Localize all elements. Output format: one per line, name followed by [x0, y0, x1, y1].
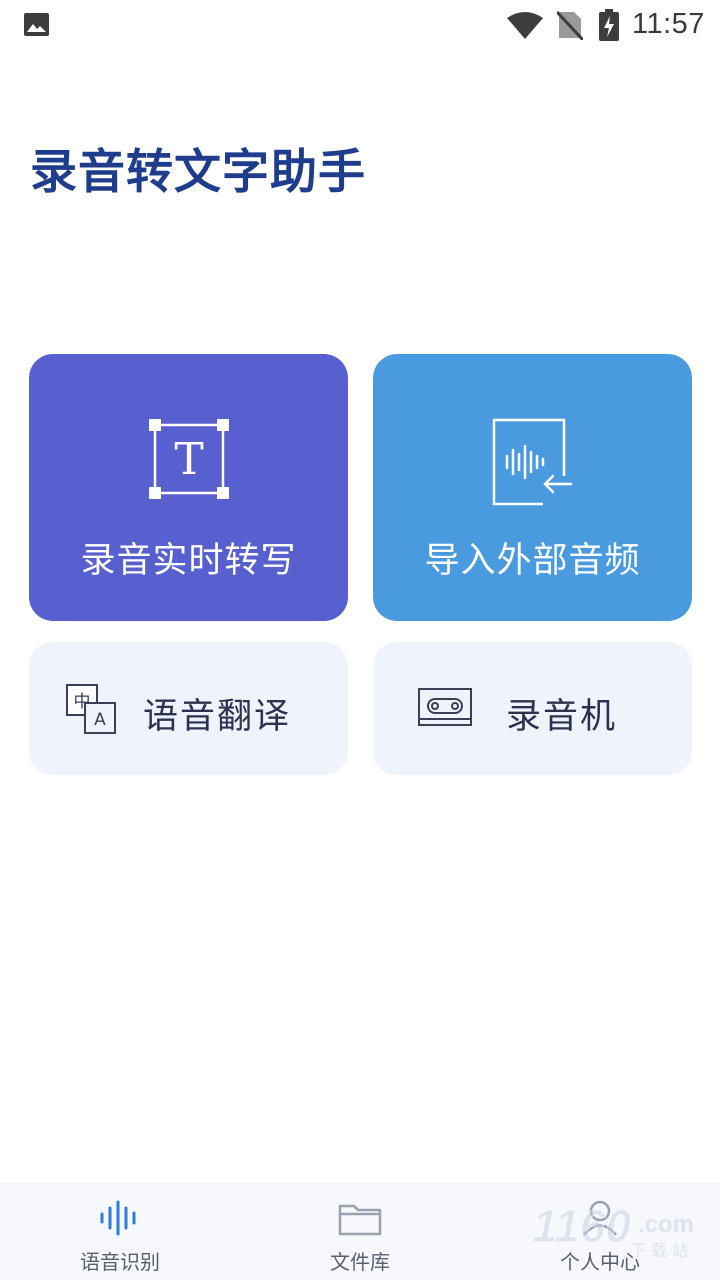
no-sim-icon	[555, 10, 585, 44]
battery-charging-icon	[598, 9, 620, 45]
text-frame-icon: T	[148, 418, 230, 504]
site-watermark: 1160 .com 下 载 站	[530, 1200, 710, 1264]
wifi-icon	[507, 12, 543, 44]
svg-text:下 载 站: 下 载 站	[630, 1241, 688, 1260]
svg-text:A: A	[94, 710, 106, 730]
folder-icon	[338, 1200, 382, 1240]
tab-voice-recognition[interactable]: 语音识别	[0, 1184, 240, 1280]
tab-file-library[interactable]: 文件库	[240, 1184, 480, 1280]
tab-voice-recognition-label: 语音识别	[80, 1250, 160, 1274]
audio-import-icon	[491, 418, 575, 512]
svg-text:1160: 1160	[532, 1200, 631, 1252]
status-bar: 11:57	[0, 0, 720, 50]
svg-text:T: T	[174, 434, 203, 485]
voice-translate-button[interactable]: 中 A 语音翻译	[29, 642, 348, 775]
tab-file-library-label: 文件库	[330, 1250, 390, 1274]
app-screen: 11:57 录音转文字助手 T 录音实时转写 导入外部音频 中 A 语音翻译 录…	[0, 0, 720, 1280]
svg-text:.com: .com	[638, 1211, 694, 1238]
import-audio-label: 导入外部音频	[424, 541, 641, 581]
record-transcribe-button[interactable]: T 录音实时转写	[29, 354, 348, 621]
record-transcribe-label: 录音实时转写	[80, 541, 297, 581]
import-audio-button[interactable]: 导入外部音频	[373, 354, 692, 621]
voice-translate-label: 语音翻译	[143, 697, 292, 737]
cassette-icon	[417, 687, 473, 731]
recorder-label: 录音机	[506, 697, 618, 737]
status-time: 11:57	[632, 8, 705, 40]
waveform-icon	[98, 1200, 142, 1240]
translate-icon: 中 A	[65, 683, 117, 739]
app-title: 录音转文字助手	[30, 145, 366, 200]
recorder-button[interactable]: 录音机	[373, 642, 692, 775]
image-icon	[24, 13, 49, 40]
